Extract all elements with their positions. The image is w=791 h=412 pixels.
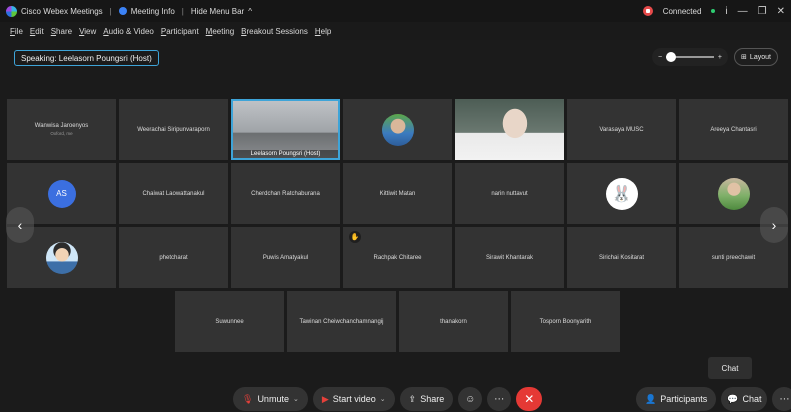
previous-page-button[interactable]: ‹ [6, 207, 34, 243]
participant-tile[interactable] [455, 99, 564, 160]
chat-bubble-icon: 💬 [727, 393, 739, 404]
participant-tile[interactable]: Cherdchan Ratchaburana [231, 163, 340, 224]
participant-tile[interactable]: ✋ Rachpak Chitaree [343, 227, 452, 288]
start-video-button[interactable]: ▶ Start video ⌄ [312, 387, 395, 411]
panel-controls: 👤 Participants 💬 Chat ⋯ [636, 387, 791, 411]
participant-tile[interactable]: Tosporn Boonyarith [511, 291, 620, 352]
chevron-up-icon[interactable]: ^ [248, 7, 252, 16]
participant-tile[interactable]: phetcharat [119, 227, 228, 288]
menu-file[interactable]: File [10, 27, 23, 36]
next-page-button[interactable]: › [760, 207, 788, 243]
participant-tile[interactable]: Wanwisa Jaroenyos Oxford, me [7, 99, 116, 160]
chevron-right-icon: › [771, 217, 777, 233]
info-icon [118, 7, 127, 15]
connected-dot-icon [711, 9, 716, 13]
info-separator-icon: i [725, 5, 728, 17]
zoom-slider[interactable]: − + [652, 48, 728, 66]
raise-hand-icon: ✋ [349, 231, 361, 243]
chevron-left-icon: ‹ [17, 217, 23, 233]
participant-tile[interactable]: thanakorn [399, 291, 508, 352]
leave-meeting-button[interactable]: ✕ [516, 387, 543, 411]
avatar [45, 241, 78, 274]
chat-button[interactable]: 💬 Chat [721, 387, 768, 411]
more-options-button[interactable]: ⋯ [487, 387, 512, 411]
menu-help[interactable]: Help [315, 27, 331, 36]
microphone-muted-icon: 🎙 [242, 393, 254, 404]
zoom-out-icon[interactable]: − [658, 54, 662, 61]
participant-tile[interactable]: Suwunnee [175, 291, 284, 352]
maximize-icon[interactable]: ❐ [758, 6, 767, 17]
participant-tile-active-speaker[interactable]: Leelasorn Poungsri (Host) [231, 99, 340, 160]
share-button[interactable]: ⇪ Share [399, 387, 454, 411]
ellipsis-icon: ⋯ [779, 393, 790, 405]
unmute-button[interactable]: 🎙 Unmute ⌄ [233, 387, 308, 411]
layout-grid-icon: ⊞ [741, 54, 747, 61]
connection-status: Connected [662, 6, 702, 16]
chat-tooltip: Chat [708, 357, 752, 379]
hide-menu-bar-link[interactable]: Hide Menu Bar [191, 7, 244, 16]
participant-tile[interactable]: Puwis Amatyakul [231, 227, 340, 288]
menu-share[interactable]: Share [51, 27, 72, 36]
avatar: 🐰 [605, 177, 638, 210]
avatar: AS [47, 179, 76, 208]
menu-audio-video[interactable]: Audio & Video [103, 27, 154, 36]
meeting-controls: 🎙 Unmute ⌄ ▶ Start video ⌄ ⇪ Share ☺ ⋯ ✕ [233, 387, 543, 411]
webex-logo-icon [6, 5, 17, 17]
participant-tile[interactable]: Sirawit Khantarak [455, 227, 564, 288]
smiley-icon: ☺ [465, 393, 476, 405]
participants-button[interactable]: 👤 Participants [636, 387, 717, 411]
app-title: Cisco Webex Meetings [21, 6, 103, 16]
menu-participant[interactable]: Participant [161, 27, 199, 36]
speaking-indicator: Speaking: Leelasorn Poungsri (Host) [14, 50, 159, 66]
zoom-slider-knob[interactable] [666, 52, 677, 62]
participant-tile[interactable]: Tawinan Cheiwchanchamnangij [287, 291, 396, 352]
ellipsis-icon: ⋯ [494, 393, 505, 405]
title-bar: Cisco Webex Meetings | Meeting Info | Hi… [0, 0, 791, 22]
person-icon: 👤 [645, 393, 657, 404]
avatar [717, 177, 750, 210]
bunny-icon: 🐰 [611, 185, 632, 203]
menu-edit[interactable]: Edit [30, 27, 44, 36]
meeting-info-link[interactable]: Meeting Info [131, 7, 175, 16]
menu-breakout-sessions[interactable]: Breakout Sessions [241, 27, 308, 36]
layout-button[interactable]: ⊞ Layout [734, 48, 778, 66]
avatar [381, 113, 414, 146]
menu-bar: File Edit Share View Audio & Video Parti… [0, 22, 791, 40]
recording-icon [642, 6, 653, 16]
reactions-button[interactable]: ☺ [458, 387, 483, 411]
video-feed [455, 99, 564, 160]
participant-tile[interactable]: Varasaya MUSC [567, 99, 676, 160]
chevron-down-icon[interactable]: ⌄ [380, 395, 386, 403]
participant-tile[interactable] [343, 99, 452, 160]
participant-tile[interactable]: narin nuttavut [455, 163, 564, 224]
video-off-icon: ▶ [321, 393, 329, 404]
close-icon: ✕ [524, 392, 535, 406]
close-icon[interactable]: ✕ [777, 6, 785, 17]
menu-meeting[interactable]: Meeting [206, 27, 234, 36]
zoom-in-icon[interactable]: + [718, 54, 722, 61]
participant-tile[interactable]: Chaiwat Laowattanakul [119, 163, 228, 224]
participant-tile[interactable]: Kittiwit Matan [343, 163, 452, 224]
chevron-down-icon[interactable]: ⌄ [293, 395, 299, 403]
participant-tile[interactable]: Areeya Chantasri [679, 99, 788, 160]
minimize-icon[interactable]: — [738, 6, 748, 17]
panel-more-button[interactable]: ⋯ [772, 387, 791, 411]
participant-tile[interactable]: Sirichai Kositarat [567, 227, 676, 288]
share-icon: ⇪ [408, 393, 417, 404]
participant-tile[interactable]: Weerachai Siripunvaraporn [119, 99, 228, 160]
menu-view[interactable]: View [79, 27, 96, 36]
participant-tile[interactable]: 🐰 [567, 163, 676, 224]
